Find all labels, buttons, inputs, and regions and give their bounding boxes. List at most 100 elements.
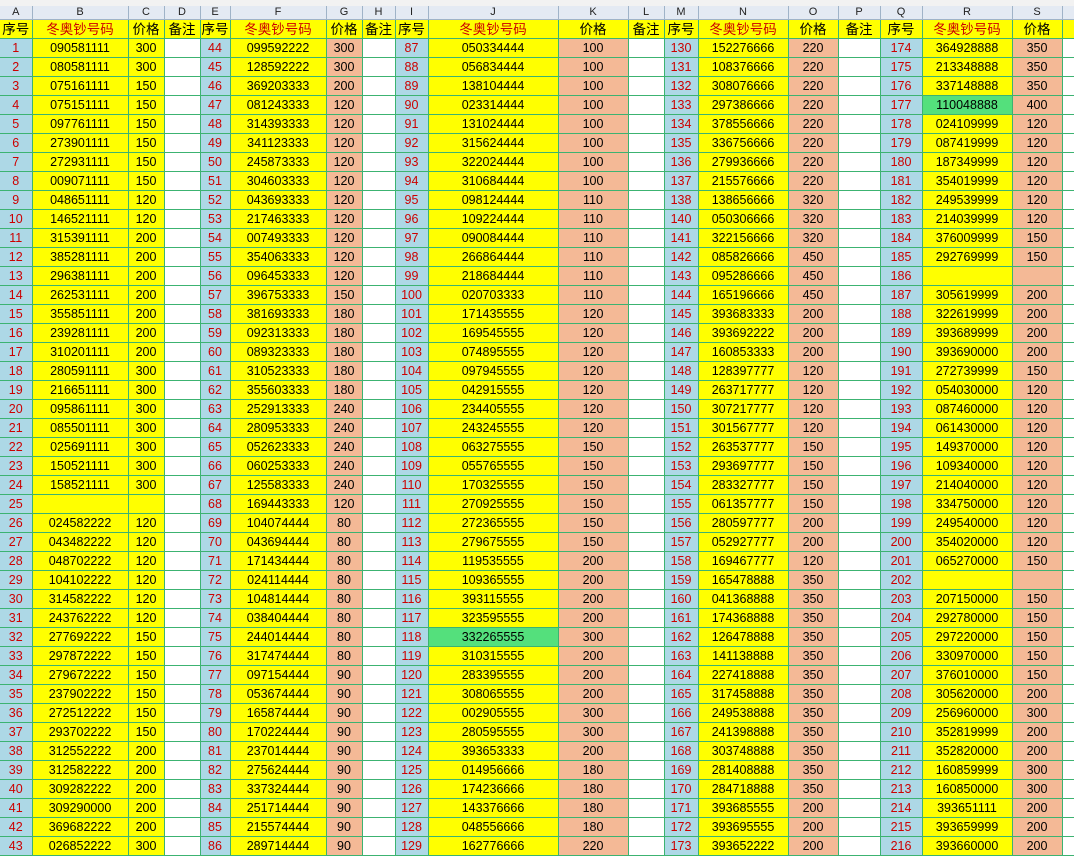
banknote-number-cell[interactable]: 393695555 [698,817,789,837]
price-cell[interactable]: 200 [1012,304,1063,324]
price-cell[interactable]: 120 [326,190,363,210]
seq-cell[interactable]: 98 [395,247,429,267]
price-cell[interactable]: 120 [1012,513,1063,533]
banknote-number-cell[interactable]: 054030000 [922,380,1013,400]
seq-cell[interactable]: 189 [880,323,923,343]
seq-cell[interactable]: 194 [880,418,923,438]
seq-cell[interactable]: 10 [0,209,33,229]
note-cell[interactable] [1062,817,1074,837]
price-cell[interactable]: 200 [1012,323,1063,343]
seq-cell[interactable]: 126 [395,779,429,799]
banknote-number-cell[interactable]: 272931111 [32,152,129,172]
price-cell[interactable]: 200 [1012,285,1063,305]
note-cell[interactable] [164,608,201,628]
column-header-d[interactable]: D [164,6,201,20]
note-cell[interactable] [362,285,396,305]
seq-cell[interactable]: 12 [0,247,33,267]
price-cell[interactable]: 180 [326,361,363,381]
price-cell[interactable]: 80 [326,627,363,647]
banknote-number-cell[interactable]: 378556666 [698,114,789,134]
banknote-number-cell[interactable]: 352820000 [922,741,1013,761]
note-cell[interactable] [362,266,396,286]
seq-cell[interactable]: 177 [880,95,923,115]
price-cell[interactable]: 240 [326,418,363,438]
banknote-number-cell[interactable]: 169443333 [230,494,327,514]
header-number[interactable]: 冬奥钞号码 [922,19,1013,39]
seq-cell[interactable]: 147 [664,342,699,362]
seq-cell[interactable]: 162 [664,627,699,647]
note-cell[interactable] [164,285,201,305]
seq-cell[interactable]: 203 [880,589,923,609]
banknote-number-cell[interactable]: 214040000 [922,475,1013,495]
seq-cell[interactable]: 148 [664,361,699,381]
banknote-number-cell[interactable]: 085826666 [698,247,789,267]
note-cell[interactable] [164,209,201,229]
seq-cell[interactable]: 142 [664,247,699,267]
seq-cell[interactable]: 196 [880,456,923,476]
banknote-number-cell[interactable]: 337324444 [230,779,327,799]
banknote-number-cell[interactable]: 002905555 [428,703,559,723]
note-cell[interactable] [628,57,665,77]
banknote-number-cell[interactable]: 292769999 [922,247,1013,267]
banknote-number-cell[interactable]: 304603333 [230,171,327,191]
seq-cell[interactable]: 102 [395,323,429,343]
banknote-number-cell[interactable]: 393652222 [698,836,789,856]
note-cell[interactable] [1062,95,1074,115]
price-cell[interactable]: 150 [128,114,165,134]
banknote-number-cell[interactable]: 243245555 [428,418,559,438]
seq-cell[interactable]: 175 [880,57,923,77]
seq-cell[interactable]: 181 [880,171,923,191]
seq-cell[interactable]: 172 [664,817,699,837]
seq-cell[interactable]: 213 [880,779,923,799]
note-cell[interactable] [628,703,665,723]
note-cell[interactable] [362,399,396,419]
price-cell[interactable]: 350 [788,608,839,628]
seq-cell[interactable]: 5 [0,114,33,134]
note-cell[interactable] [628,114,665,134]
price-cell[interactable]: 350 [788,665,839,685]
banknote-number-cell[interactable]: 308076666 [698,76,789,96]
seq-cell[interactable]: 176 [880,76,923,96]
seq-cell[interactable]: 207 [880,665,923,685]
seq-cell[interactable]: 131 [664,57,699,77]
price-cell[interactable]: 120 [1012,475,1063,495]
seq-cell[interactable]: 61 [200,361,231,381]
price-cell[interactable]: 300 [128,418,165,438]
price-cell[interactable]: 120 [326,114,363,134]
banknote-number-cell[interactable]: 048556666 [428,817,559,837]
seq-cell[interactable]: 108 [395,437,429,457]
seq-cell[interactable]: 8 [0,171,33,191]
price-cell[interactable]: 100 [558,133,629,153]
banknote-number-cell[interactable]: 244014444 [230,627,327,647]
note-cell[interactable] [838,722,881,742]
seq-cell[interactable]: 7 [0,152,33,172]
seq-cell[interactable]: 38 [0,741,33,761]
seq-cell[interactable]: 50 [200,152,231,172]
banknote-number-cell[interactable]: 279675555 [428,532,559,552]
price-cell[interactable]: 240 [326,437,363,457]
seq-cell[interactable]: 56 [200,266,231,286]
note-cell[interactable] [838,57,881,77]
note-cell[interactable] [1062,361,1074,381]
price-cell[interactable]: 120 [558,399,629,419]
price-cell[interactable]: 150 [128,95,165,115]
price-cell[interactable]: 350 [788,646,839,666]
price-cell[interactable]: 180 [326,380,363,400]
note-cell[interactable] [838,551,881,571]
price-cell[interactable]: 150 [326,285,363,305]
seq-cell[interactable]: 144 [664,285,699,305]
seq-cell[interactable]: 26 [0,513,33,533]
note-cell[interactable] [838,703,881,723]
note-cell[interactable] [838,266,881,286]
banknote-number-cell[interactable]: 376009999 [922,228,1013,248]
seq-cell[interactable]: 159 [664,570,699,590]
note-cell[interactable] [838,456,881,476]
price-cell[interactable]: 200 [1012,684,1063,704]
note-cell[interactable] [838,418,881,438]
seq-cell[interactable]: 34 [0,665,33,685]
seq-cell[interactable]: 19 [0,380,33,400]
price-cell[interactable]: 90 [326,779,363,799]
banknote-number-cell[interactable]: 214039999 [922,209,1013,229]
banknote-number-cell[interactable]: 369682222 [32,817,129,837]
note-cell[interactable] [628,760,665,780]
